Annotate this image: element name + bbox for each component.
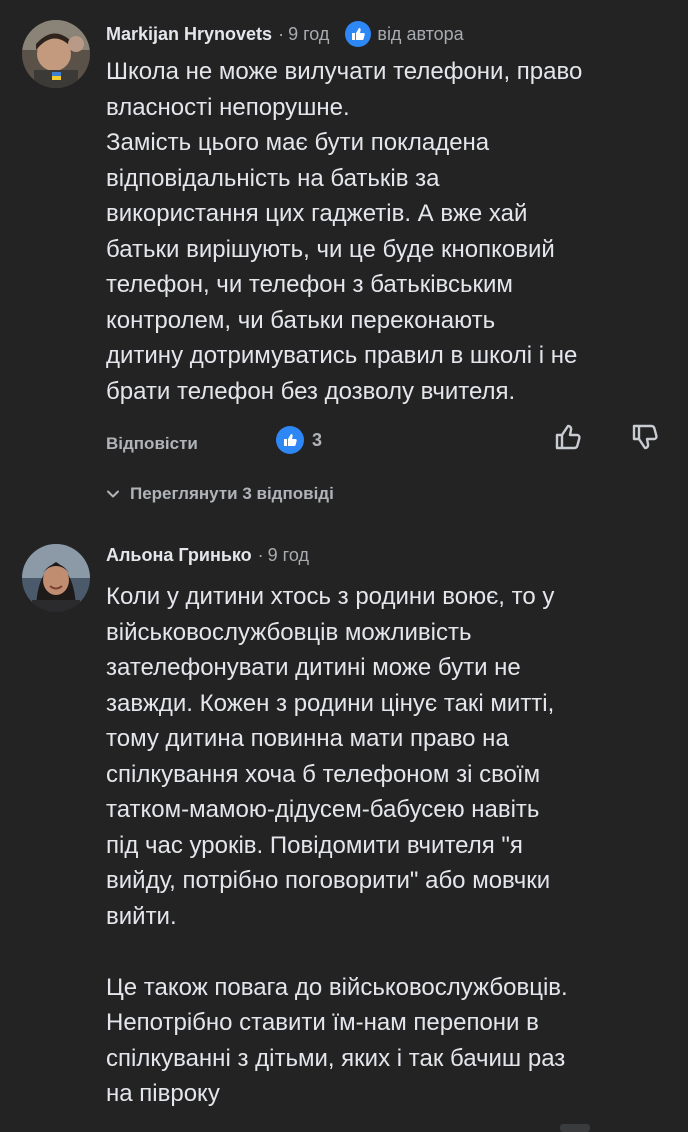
reaction-count: 3 [312,429,323,450]
avatar[interactable] [22,20,90,88]
separator-dot: · [257,545,264,565]
avatar[interactable] [22,544,90,612]
timestamp[interactable]: 9 год [288,24,329,45]
view-replies-button[interactable]: Переглянути 3 відповіді [106,484,334,504]
comment-text: Школа не може вилучати телефони, право в… [106,58,583,405]
like-button[interactable] [551,420,585,454]
scrollbar[interactable] [560,1124,590,1132]
view-replies-label: Переглянути 3 відповіді [130,484,334,503]
reaction-summary[interactable]: 3 [276,426,322,454]
comment-2: Альона Гринько · 9 год Коли у дитини хто… [0,528,688,1132]
thumbs-up-outline-icon [555,424,581,450]
comment-actions: Відповісти 3 [0,424,688,466]
thumbs-down-outline-icon [632,424,658,450]
timestamp[interactable]: 9 год [268,545,309,566]
thumbs-up-icon [276,426,304,454]
dislike-button[interactable] [628,420,662,454]
thumbs-up-icon [345,21,372,47]
comment-1: Markijan Hrynovets · 9 год від автора Шк… [0,0,688,520]
author-badge-label: від автора [377,23,464,44]
chevron-down-icon [107,490,119,498]
comment-text: Коли у дитини хтось з родини воює, то у … [106,583,568,1107]
comment-header: Альона Гринько · 9 год [106,545,309,566]
author-name[interactable]: Альона Гринько [106,545,252,566]
reply-button[interactable]: Відповісти [106,434,198,454]
comment-header: Markijan Hrynovets · 9 год від автора [106,21,464,47]
author-name[interactable]: Markijan Hrynovets [106,24,272,45]
separator-dot: · [278,23,285,44]
